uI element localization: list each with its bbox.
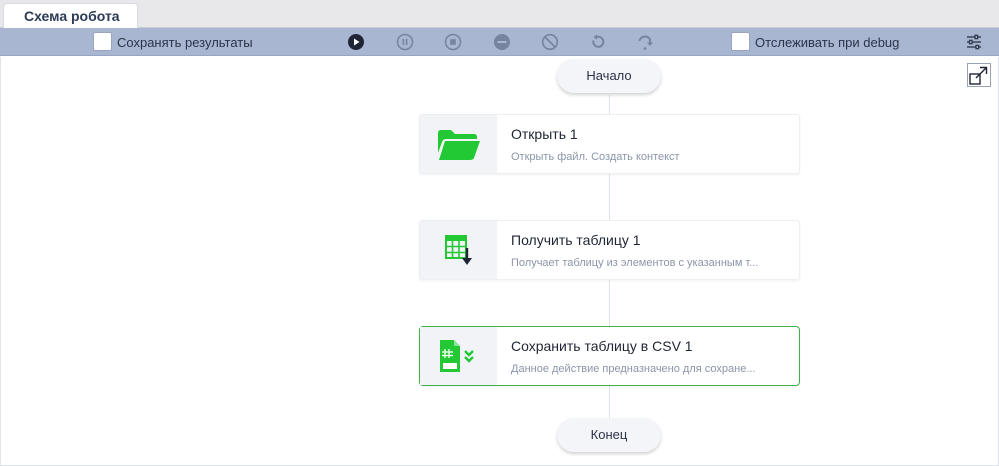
play-icon [348,34,364,50]
start-node[interactable]: Начало [557,59,661,93]
undo-icon [592,34,605,48]
csv-file-icon [439,340,474,372]
folder-open-icon [437,130,480,160]
pause-button[interactable] [396,33,414,51]
settings-sliders-icon [967,34,981,50]
node-icon-box [420,327,497,385]
undo-button[interactable] [588,33,606,51]
node-description: Данное действие предназначено для сохран… [511,363,756,375]
flow-node-save-csv[interactable]: Сохранить таблицу в CSV 1 Данное действи… [419,326,800,386]
cancel-button[interactable] [541,33,559,51]
save-results-checkbox[interactable] [93,32,112,51]
minus-circle-icon [494,34,510,50]
node-icon-box [420,221,497,279]
play-button[interactable] [347,33,365,51]
end-node[interactable]: Конец [557,418,661,452]
debug-track-label: Отслеживать при debug [755,35,900,50]
stop-icon [444,33,462,51]
node-title: Получить таблицу 1 [511,232,641,248]
tab-strip: Схема робота [0,0,999,29]
expand-icon [969,66,988,85]
save-results-label: Сохранять результаты [117,35,253,50]
flow-node-get-table[interactable]: Получить таблицу 1 Получает таблицу из э… [419,220,800,280]
node-icon-box [420,115,497,173]
node-description: Открыть файл. Создать контекст [511,151,680,163]
stop-button[interactable] [444,33,462,51]
toolbar: Сохранять результаты Отслеживать при deb… [0,28,999,56]
flow-canvas[interactable]: Начало Открыть 1 Открыть файл. Создать к… [0,57,999,466]
node-title: Открыть 1 [511,126,578,142]
expand-button[interactable] [967,63,991,87]
cancel-icon [541,33,559,51]
redo-icon [638,35,653,50]
debug-track-checkbox[interactable] [731,32,750,51]
app-window: Схема робота Сохранять результаты Отслеж… [0,0,999,466]
flow-node-open[interactable]: Открыть 1 Открыть файл. Создать контекст [419,114,800,174]
table-download-icon [444,235,472,265]
settings-button[interactable] [965,33,983,51]
pause-icon [396,33,414,51]
node-title: Сохранить таблицу в CSV 1 [511,338,693,354]
tab-robot-scheme[interactable]: Схема робота [3,3,138,29]
remove-button[interactable] [493,33,511,51]
redo-button[interactable] [636,33,654,51]
node-description: Получает таблицу из элементов с указанны… [511,257,759,269]
